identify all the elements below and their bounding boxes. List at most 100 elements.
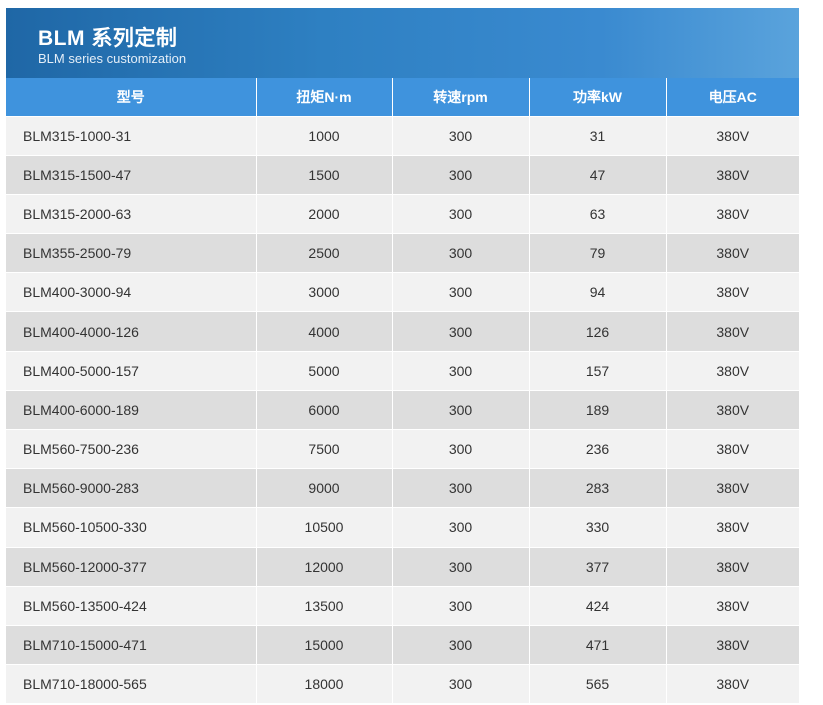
cell-speed: 300 (392, 547, 530, 587)
cell-model: BLM560-7500-236 (6, 429, 257, 470)
cell-torque: 1000 (256, 116, 393, 156)
cell-voltage: 380V (666, 664, 799, 705)
column-header-voltage: 电压AC (666, 78, 799, 117)
table-row: BLM710-18000-565 18000 300 565 380V (6, 664, 799, 705)
cell-model: BLM560-10500-330 (6, 507, 257, 548)
table-header-row: 型号 扭矩N·m 转速rpm 功率kW 电压AC (6, 78, 799, 117)
cell-voltage: 380V (666, 155, 799, 195)
cell-model: BLM400-4000-126 (6, 311, 257, 352)
cell-model: BLM355-2500-79 (6, 233, 257, 274)
cell-power: 47 (529, 155, 667, 195)
cell-power: 126 (529, 311, 667, 352)
table-row: BLM315-1000-31 1000 300 31 380V (6, 116, 799, 156)
column-header-power: 功率kW (529, 78, 667, 117)
cell-speed: 300 (392, 272, 530, 313)
cell-torque: 1500 (256, 155, 393, 195)
cell-voltage: 380V (666, 429, 799, 470)
cell-torque: 7500 (256, 429, 393, 470)
cell-torque: 6000 (256, 390, 393, 431)
cell-voltage: 380V (666, 194, 799, 235)
cell-power: 189 (529, 390, 667, 431)
page-subtitle: BLM series customization (38, 51, 187, 66)
cell-torque: 2000 (256, 194, 393, 235)
cell-model: BLM400-5000-157 (6, 351, 257, 391)
cell-speed: 300 (392, 390, 530, 431)
cell-model: BLM560-12000-377 (6, 547, 257, 587)
spec-table: 型号 扭矩N·m 转速rpm 功率kW 电压AC BLM315-1000-31 1000 3… (6, 78, 799, 705)
cell-power: 236 (529, 429, 667, 470)
cell-voltage: 380V (666, 272, 799, 313)
cell-torque: 13500 (256, 586, 393, 626)
cell-model: BLM710-18000-565 (6, 664, 257, 705)
cell-speed: 300 (392, 625, 530, 666)
table-row: BLM400-6000-189 6000 300 189 380V (6, 390, 799, 431)
table-row: BLM400-3000-94 3000 300 94 380V (6, 272, 799, 313)
table-row: BLM560-13500-424 13500 300 424 380V (6, 586, 799, 626)
cell-model: BLM400-6000-189 (6, 390, 257, 431)
cell-power: 471 (529, 625, 667, 666)
cell-model: BLM560-9000-283 (6, 468, 257, 509)
table-row: BLM400-4000-126 4000 300 126 380V (6, 311, 799, 352)
cell-power: 565 (529, 664, 667, 705)
cell-model: BLM315-2000-63 (6, 194, 257, 235)
cell-speed: 300 (392, 155, 530, 195)
table-row: BLM315-1500-47 1500 300 47 380V (6, 155, 799, 195)
cell-model: BLM560-13500-424 (6, 586, 257, 626)
cell-torque: 15000 (256, 625, 393, 666)
cell-speed: 300 (392, 468, 530, 509)
cell-speed: 300 (392, 586, 530, 626)
cell-torque: 4000 (256, 311, 393, 352)
title-banner: BLM 系列定制 BLM series customization (6, 8, 799, 78)
cell-speed: 300 (392, 311, 530, 352)
table-row: BLM400-5000-157 5000 300 157 380V (6, 351, 799, 391)
cell-voltage: 380V (666, 311, 799, 352)
table-row: BLM315-2000-63 2000 300 63 380V (6, 194, 799, 235)
cell-speed: 300 (392, 507, 530, 548)
cell-voltage: 380V (666, 547, 799, 587)
table-row: BLM560-12000-377 12000 300 377 380V (6, 547, 799, 587)
cell-model: BLM315-1000-31 (6, 116, 257, 156)
cell-voltage: 380V (666, 468, 799, 509)
table-row: BLM355-2500-79 2500 300 79 380V (6, 233, 799, 274)
cell-speed: 300 (392, 351, 530, 391)
table-row: BLM560-9000-283 9000 300 283 380V (6, 468, 799, 509)
column-header-model: 型号 (6, 78, 257, 117)
cell-speed: 300 (392, 116, 530, 156)
cell-speed: 300 (392, 233, 530, 274)
cell-model: BLM315-1500-47 (6, 155, 257, 195)
table-row: BLM710-15000-471 15000 300 471 380V (6, 625, 799, 666)
cell-voltage: 380V (666, 351, 799, 391)
cell-model: BLM400-3000-94 (6, 272, 257, 313)
cell-power: 157 (529, 351, 667, 391)
cell-model: BLM710-15000-471 (6, 625, 257, 666)
cell-power: 330 (529, 507, 667, 548)
column-header-speed: 转速rpm (392, 78, 530, 117)
table-row: BLM560-10500-330 10500 300 330 380V (6, 507, 799, 548)
table-row: BLM560-7500-236 7500 300 236 380V (6, 429, 799, 470)
cell-speed: 300 (392, 194, 530, 235)
table-body: BLM315-1000-31 1000 300 31 380V BLM315-1500-4… (6, 116, 799, 705)
page-title: BLM 系列定制 (38, 27, 178, 50)
cell-speed: 300 (392, 429, 530, 470)
cell-voltage: 380V (666, 586, 799, 626)
cell-voltage: 380V (666, 507, 799, 548)
cell-torque: 5000 (256, 351, 393, 391)
cell-power: 283 (529, 468, 667, 509)
cell-voltage: 380V (666, 233, 799, 274)
cell-power: 63 (529, 194, 667, 235)
column-header-torque: 扭矩N·m (256, 78, 393, 117)
cell-voltage: 380V (666, 390, 799, 431)
cell-power: 94 (529, 272, 667, 313)
cell-power: 31 (529, 116, 667, 156)
cell-power: 424 (529, 586, 667, 626)
cell-torque: 12000 (256, 547, 393, 587)
cell-speed: 300 (392, 664, 530, 705)
cell-power: 377 (529, 547, 667, 587)
cell-torque: 2500 (256, 233, 393, 274)
cell-torque: 18000 (256, 664, 393, 705)
cell-torque: 3000 (256, 272, 393, 313)
cell-torque: 9000 (256, 468, 393, 509)
cell-voltage: 380V (666, 625, 799, 666)
cell-torque: 10500 (256, 507, 393, 548)
cell-voltage: 380V (666, 116, 799, 156)
